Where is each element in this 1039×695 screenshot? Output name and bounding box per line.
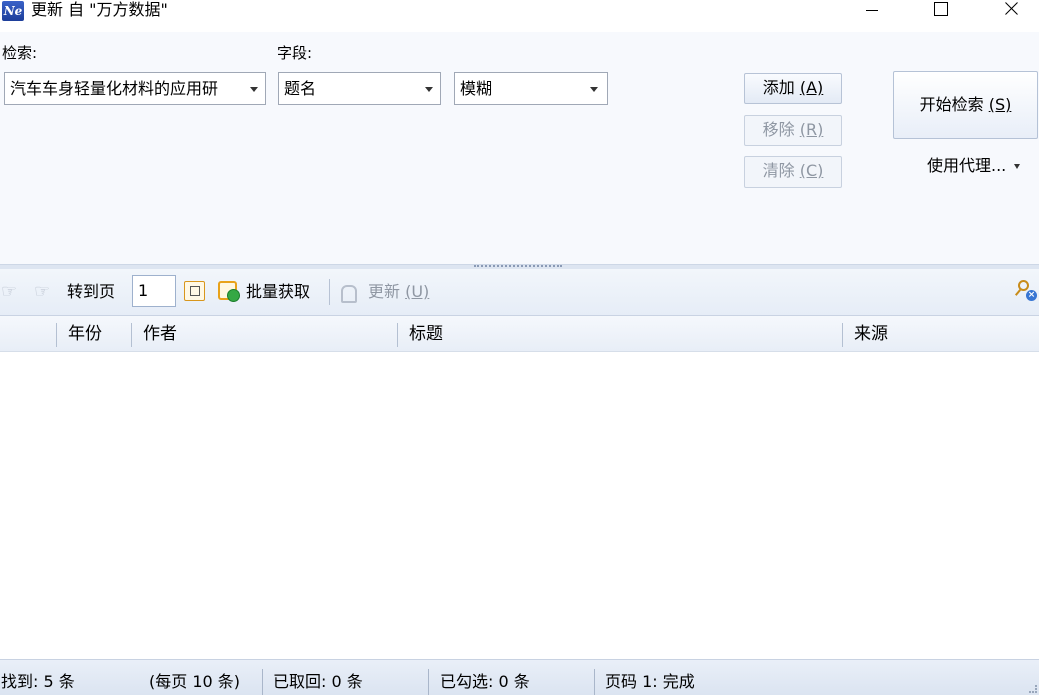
title-bar: Ne 更新 自 "万方数据" — [0, 0, 1039, 32]
chevron-down-icon — [250, 87, 258, 92]
results-toolbar: ☞ ☞ 转到页 1 批量获取 更新 (U) × — [0, 269, 1039, 316]
batch-fetch-button[interactable]: 批量获取 — [246, 269, 310, 315]
remove-label: 移除 — [762, 120, 800, 139]
results-grid-body[interactable] — [0, 352, 1039, 659]
search-panel: 检索: 字段: 汽车车身轻量化材料的应用研 题名 模糊 添加 (A) 移除 (R… — [0, 32, 1039, 264]
field-select[interactable]: 题名 — [278, 72, 441, 105]
splitter-grip — [474, 265, 562, 267]
status-bar: 找到: 5 条 (每页 10 条) 已取回: 0 条 已勾选: 0 条 页码 1… — [0, 659, 1039, 695]
app-icon: Ne — [2, 1, 24, 21]
field-label: 字段: — [277, 44, 313, 62]
arrow-right-icon[interactable]: ☞ — [34, 283, 54, 301]
status-divider — [262, 669, 263, 695]
column-year[interactable]: 年份 — [57, 316, 131, 352]
field-value: 题名 — [284, 79, 317, 98]
chevron-down-icon — [425, 87, 433, 92]
status-checked: 已勾选: 0 条 — [440, 672, 530, 691]
update-button[interactable]: 更新 (U) — [368, 269, 429, 315]
clear-search-icon[interactable]: × — [1014, 280, 1037, 302]
minimize-button[interactable] — [849, 0, 895, 20]
remove-button[interactable]: 移除 (R) — [744, 115, 842, 146]
update-key: (U) — [405, 282, 430, 301]
match-select[interactable]: 模糊 — [454, 72, 608, 105]
query-label: 检索: — [2, 44, 38, 62]
resize-grip[interactable] — [1029, 685, 1037, 693]
remove-key: (R) — [799, 120, 824, 139]
status-per-page: (每页 10 条) — [149, 672, 241, 691]
window-title: 更新 自 "万方数据" — [31, 0, 168, 19]
match-value: 模糊 — [460, 79, 493, 98]
clear-search-x: × — [1026, 290, 1037, 301]
maximize-button[interactable] — [917, 0, 963, 20]
query-value: 汽车车身轻量化材料的应用研 — [10, 79, 219, 98]
clear-search-handle — [1014, 289, 1022, 296]
clear-key: (C) — [799, 161, 824, 180]
results-grid-header: 年份 作者 标题 来源 — [0, 316, 1039, 352]
proxy-label: 使用代理... — [927, 156, 1007, 175]
start-search-button[interactable]: 开始检索 (S) — [893, 71, 1038, 139]
status-divider — [428, 669, 429, 695]
batch-fetch-icon[interactable] — [218, 281, 242, 303]
start-key: (S) — [988, 95, 1012, 114]
start-label: 开始检索 — [919, 95, 989, 114]
goto-page-label: 转到页 — [67, 282, 116, 301]
arrow-left-icon[interactable]: ☞ — [1, 283, 21, 301]
clear-label: 清除 — [762, 161, 800, 180]
close-button[interactable] — [988, 0, 1034, 20]
chevron-down-icon — [1014, 164, 1021, 169]
column-author[interactable]: 作者 — [132, 316, 397, 352]
add-label: 添加 — [762, 78, 800, 97]
status-found: 找到: 5 条 — [1, 672, 75, 691]
column-source[interactable]: 来源 — [843, 316, 1039, 352]
add-button[interactable]: 添加 (A) — [744, 73, 842, 104]
clear-button[interactable]: 清除 (C) — [744, 156, 842, 188]
page-number-input[interactable]: 1 — [132, 275, 176, 307]
go-page-icon[interactable] — [184, 281, 205, 301]
status-page: 页码 1: 完成 — [605, 672, 695, 691]
batch-fetch-dot — [227, 289, 240, 302]
proxy-menu-button[interactable]: 使用代理... — [927, 155, 1021, 177]
column-title[interactable]: 标题 — [398, 316, 842, 352]
status-divider — [594, 669, 595, 695]
update-label: 更新 — [368, 282, 406, 301]
status-fetched: 已取回: 0 条 — [273, 672, 363, 691]
toolbar-divider — [329, 279, 330, 305]
update-icon — [339, 282, 358, 303]
query-combo[interactable]: 汽车车身轻量化材料的应用研 — [4, 72, 266, 105]
chevron-down-icon — [590, 87, 598, 92]
add-key: (A) — [799, 78, 824, 97]
